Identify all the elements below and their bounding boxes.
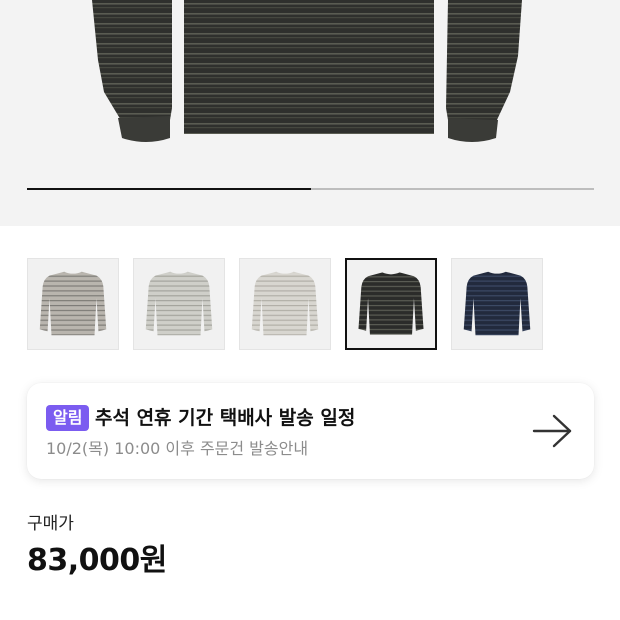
notice-badge: 알림 [46, 405, 90, 431]
notice-title: 추석 연휴 기간 택배사 발송 일정 [95, 407, 356, 429]
product-image-viewer[interactable] [0, 0, 620, 226]
notice-banner[interactable]: 알림 추석 연휴 기간 택배사 발송 일정 10/2(목) 10:00 이후 주… [27, 383, 594, 479]
sweater-thumbnail-image [358, 272, 424, 335]
thumbnail-gray[interactable] [27, 258, 119, 350]
sweater-thumbnail-image [39, 271, 107, 336]
thumbnail-black[interactable] [345, 258, 437, 350]
sweater-thumbnail-image [145, 271, 213, 336]
price-value: 83,000원 [27, 543, 167, 578]
thumbnail-navy[interactable] [451, 258, 543, 350]
thumbnail-light-gray[interactable] [133, 258, 225, 350]
notice-subtitle: 10/2(목) 10:00 이후 주문건 발송안내 [46, 439, 309, 458]
image-progress-fill [27, 188, 311, 190]
sweater-thumbnail-image [251, 271, 319, 336]
price-label: 구매가 [27, 514, 74, 534]
thumbnail-list [27, 258, 547, 350]
image-progress-bar[interactable] [27, 188, 594, 190]
sweater-thumbnail-image [463, 271, 531, 336]
product-image [92, 0, 522, 142]
thumbnail-ivory[interactable] [239, 258, 331, 350]
arrow-right-icon[interactable] [532, 413, 574, 449]
